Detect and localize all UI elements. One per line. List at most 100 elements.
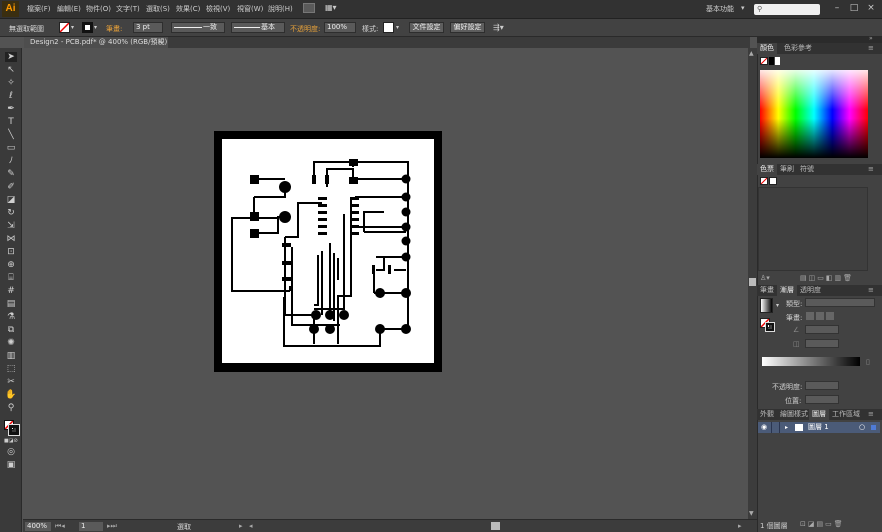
menu-object[interactable]: 物件(O): [86, 4, 111, 14]
lasso-tool-icon[interactable]: ℓ: [5, 91, 17, 101]
status-tool-label[interactable]: 選取: [177, 522, 191, 532]
arrange-documents-icon[interactable]: ▦▾: [325, 3, 341, 13]
layer-actions-icons[interactable]: ⊡◪▤▭🗑: [800, 520, 845, 528]
swatch-registration[interactable]: [769, 177, 777, 185]
artboard-tool-icon[interactable]: ⬚: [5, 364, 17, 374]
document-tab[interactable]: Design2 - PCB.pdf* @ 400% (RGB/預視) ×: [24, 37, 168, 48]
tab-stroke[interactable]: 筆畫: [757, 285, 777, 296]
swatches-grid[interactable]: [758, 187, 868, 271]
gradient-preset-chevron-icon[interactable]: ▾: [776, 302, 779, 309]
gradient-tool-icon[interactable]: ▤: [5, 299, 17, 309]
swatch-actions-icons[interactable]: ▤◫▭◧▥🗑: [800, 274, 854, 282]
stop-opacity-field[interactable]: [805, 381, 839, 390]
menu-view[interactable]: 檢視(V): [206, 4, 230, 14]
gradient-preview-swatch[interactable]: [760, 298, 773, 313]
workspace-chevron-icon[interactable]: ▾: [741, 4, 745, 12]
tab-graphic-styles[interactable]: 繪圖樣式: [777, 409, 811, 420]
slice-tool-icon[interactable]: ✂: [5, 377, 17, 387]
lock-toggle[interactable]: [771, 422, 780, 433]
scroll-down-icon[interactable]: ▼: [749, 510, 754, 517]
layer-name[interactable]: 圖層 1: [808, 422, 829, 433]
visibility-eye-icon[interactable]: ◉: [761, 422, 767, 433]
fill-chevron-icon[interactable]: ▾: [71, 24, 74, 31]
minimize-icon[interactable]: –: [830, 2, 844, 15]
menu-file[interactable]: 檔案(F): [27, 4, 51, 14]
gradient-type-select[interactable]: [805, 298, 875, 307]
panel-menu-icon[interactable]: ≡: [868, 286, 874, 294]
opacity-field[interactable]: 100%: [324, 22, 356, 33]
scroll-right-icon[interactable]: ▸: [738, 522, 742, 530]
menu-edit[interactable]: 編輯(E): [57, 4, 81, 14]
tab-color[interactable]: 顏色: [757, 43, 777, 54]
zoom-tool-icon[interactable]: ⚲: [5, 403, 17, 413]
panel-menu-icon[interactable]: ≡: [868, 165, 874, 173]
vertical-scrollbar[interactable]: ▲ ▼: [748, 48, 757, 519]
selection-tool-icon[interactable]: ➤: [5, 52, 17, 62]
vertical-scroll-thumb[interactable]: [749, 278, 756, 286]
zoom-level-field[interactable]: 400%: [25, 522, 51, 531]
color-mode-icons[interactable]: ■◪⊘: [4, 438, 18, 444]
tab-gradient[interactable]: 漸層: [777, 285, 797, 296]
gradient-angle-field[interactable]: [805, 325, 839, 334]
tab-appearance[interactable]: 外觀: [757, 409, 777, 420]
screen-mode-icon[interactable]: ▣: [5, 460, 17, 470]
stroke-label[interactable]: 筆畫:: [106, 24, 122, 34]
color-spectrum[interactable]: [760, 70, 868, 158]
rectangle-tool-icon[interactable]: ▭: [5, 143, 17, 153]
menu-effect[interactable]: 效果(C): [176, 4, 200, 14]
gradient-aspect-field[interactable]: [805, 339, 839, 348]
tab-artboards[interactable]: 工作區域: [829, 409, 863, 420]
artboard-number-field[interactable]: 1: [79, 522, 103, 531]
style-chevron-icon[interactable]: ▾: [396, 24, 399, 31]
help-search-input[interactable]: ⚲: [754, 4, 820, 15]
workspace-switcher[interactable]: 基本功能: [706, 4, 734, 14]
variable-width-profile-select[interactable]: 一致: [171, 22, 225, 33]
blend-tool-icon[interactable]: ⧉: [5, 325, 17, 335]
scroll-up-icon[interactable]: ▲: [749, 50, 754, 57]
style-swatch[interactable]: [383, 22, 394, 33]
opacity-label[interactable]: 不透明度:: [290, 24, 320, 34]
menu-window[interactable]: 視窗(W): [237, 4, 263, 14]
color-black-swatch[interactable]: [769, 57, 774, 65]
draw-mode-icon[interactable]: ◎: [5, 447, 17, 457]
menu-type[interactable]: 文字(T): [116, 4, 140, 14]
blob-brush-tool-icon[interactable]: ✐: [5, 182, 17, 192]
hand-tool-icon[interactable]: ✋: [5, 390, 17, 400]
preferences-button[interactable]: 偏好設定: [450, 22, 485, 33]
perspective-grid-tool-icon[interactable]: ⌸: [5, 273, 17, 283]
tab-transparency[interactable]: 透明度: [797, 285, 824, 296]
stop-location-field[interactable]: [805, 395, 839, 404]
tab-swatches[interactable]: 色票: [757, 164, 777, 175]
stroke-chevron-icon[interactable]: ▾: [94, 24, 97, 31]
collapse-panels-icon[interactable]: »: [869, 35, 873, 42]
delete-stop-icon[interactable]: ▯: [866, 358, 870, 366]
tab-layers[interactable]: 圖層: [809, 409, 829, 420]
first-artboard-icon[interactable]: ⏮◂: [55, 522, 65, 531]
stroke-weight-field[interactable]: 3 pt: [133, 22, 163, 33]
fill-swatch[interactable]: [59, 22, 70, 33]
scroll-left-icon[interactable]: ◂: [249, 522, 253, 530]
swatch-library-icon[interactable]: ♙▾: [760, 274, 770, 282]
pen-tool-icon[interactable]: ✒: [5, 104, 17, 114]
layer-selection-indicator[interactable]: [871, 425, 876, 430]
tab-color-guide[interactable]: 色彩參考: [781, 43, 815, 54]
eraser-tool-icon[interactable]: ◪: [5, 195, 17, 205]
paintbrush-tool-icon[interactable]: ﾉ: [5, 156, 17, 166]
artboard[interactable]: [222, 139, 434, 363]
menu-select[interactable]: 選取(S): [146, 4, 170, 14]
type-tool-icon[interactable]: T: [5, 117, 17, 127]
direct-selection-tool-icon[interactable]: ↖: [5, 65, 17, 75]
menu-help[interactable]: 說明(H): [268, 4, 293, 14]
next-artboard-icon[interactable]: ▸⏭: [107, 522, 117, 531]
document-setup-button[interactable]: 文件設定: [409, 22, 444, 33]
scale-tool-icon[interactable]: ⇲: [5, 221, 17, 231]
stroke-swatch[interactable]: [82, 22, 93, 33]
swatch-none[interactable]: [760, 177, 768, 185]
layer-row[interactable]: ◉ ▸ 圖層 1 ○: [758, 422, 880, 433]
magic-wand-tool-icon[interactable]: ✧: [5, 78, 17, 88]
horizontal-scroll-thumb[interactable]: [491, 522, 500, 530]
symbol-sprayer-tool-icon[interactable]: ✺: [5, 338, 17, 348]
panel-menu-icon[interactable]: ≡: [868, 410, 874, 418]
stroke-color-icon[interactable]: [8, 424, 20, 436]
width-tool-icon[interactable]: ⋈: [5, 234, 17, 244]
